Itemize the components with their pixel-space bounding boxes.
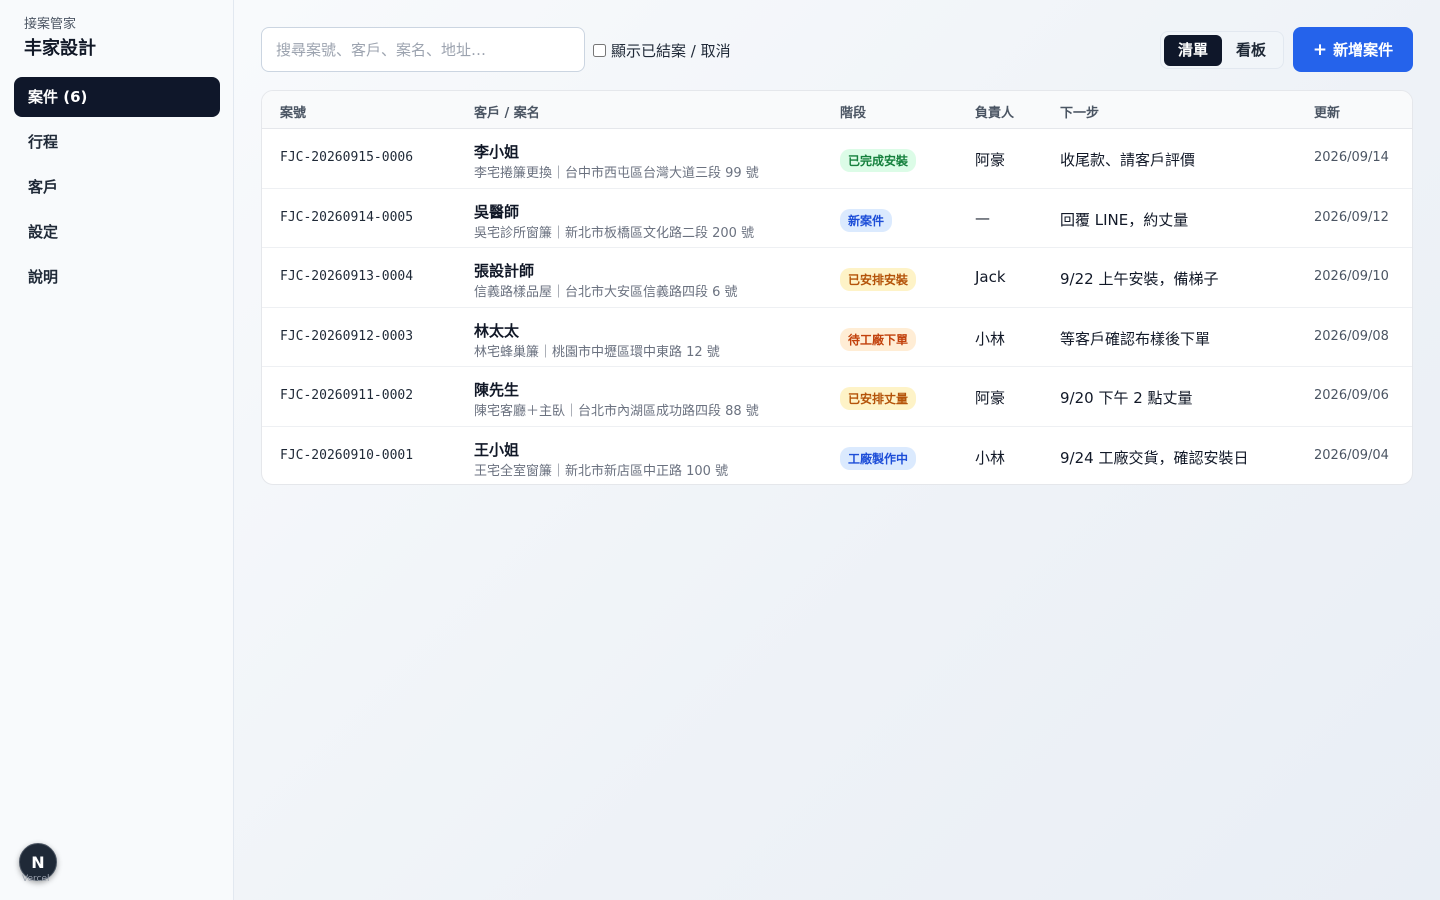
add-case-button[interactable]: + 新增案件 <box>1293 27 1413 72</box>
next-step: 回覆 LINE，約丈量 <box>1060 210 1189 229</box>
view-switch: 清單 看板 <box>1160 31 1284 69</box>
sidebar-item-clients[interactable]: 客戶 <box>14 167 220 207</box>
case-id: FJC-20260910-0001 <box>280 447 414 463</box>
sidebar-item-settings[interactable]: 設定 <box>14 212 220 252</box>
next-step: 9/20 下午 2 點丈量 <box>1060 389 1193 407</box>
next-step: 9/24 工廠交貨，確認安裝日 <box>1060 448 1249 467</box>
table-body: FJC-20260915-0006 李小姐李宅捲簾更換｜台中市西屯區台灣大道三段 … <box>262 129 1412 485</box>
updated-date: 2026/09/10 <box>1314 269 1389 284</box>
client-name: 吳醫師 <box>474 202 520 221</box>
owner-name: — <box>975 208 990 227</box>
app-subtitle: 接案管家 <box>24 17 77 32</box>
stage-badge: 已安排安裝 <box>840 268 917 291</box>
show-closed-checkbox[interactable] <box>593 43 606 57</box>
next-step: 9/22 上午安裝，備梯子 <box>1060 270 1219 288</box>
sidebar: 接案管家 丰家設計 案件 (6) 行程 客戶 設定 說明 N Vercel <box>0 0 234 900</box>
add-case-label: 新增案件 <box>1333 41 1394 59</box>
client-name: 王小姐 <box>474 440 520 459</box>
sidebar-item-schedule[interactable]: 行程 <box>14 122 220 162</box>
header-client[interactable]: 客戶 / 案名 <box>474 102 540 121</box>
client-name: 陳先生 <box>474 381 520 399</box>
client-name: 張設計師 <box>474 262 535 280</box>
company-name: 丰家設計 <box>24 38 96 59</box>
show-closed-toggle[interactable]: 顯示已結案 / 取消 <box>593 39 731 61</box>
updated-date: 2026/09/12 <box>1314 209 1389 225</box>
updated-date: 2026/09/14 <box>1314 150 1389 165</box>
table-row[interactable]: FJC-20260912-0003 林太太林宅蜂巢簾｜桃園市中壢區環中東路 12 … <box>262 308 1412 367</box>
project-name: 信義路樣品屋｜台北市大安區信義路四段 6 號 <box>474 285 738 300</box>
project-name: 陳宅客廳＋主臥｜台北市內湖區成功路四段 88 號 <box>474 404 759 419</box>
sidebar-item-help[interactable]: 說明 <box>14 257 220 297</box>
header-owner[interactable]: 負責人 <box>975 102 1014 121</box>
case-id: FJC-20260912-0003 <box>280 328 414 344</box>
stage-badge: 工廠製作中 <box>840 446 917 470</box>
framework-badge-label: Vercel <box>22 874 50 884</box>
show-closed-label: 顯示已結案 / 取消 <box>611 41 731 60</box>
next-step: 收尾款、請客戶評價 <box>1060 151 1196 169</box>
updated-date: 2026/09/08 <box>1314 328 1389 344</box>
header-next-step[interactable]: 下一步 <box>1060 102 1099 121</box>
next-step: 等客戶確認布樣後下單 <box>1060 329 1211 348</box>
project-name: 林宅蜂巢簾｜桃園市中壢區環中東路 12 號 <box>474 344 720 360</box>
client-name: 李小姐 <box>474 143 520 161</box>
owner-name: 阿豪 <box>975 151 1006 169</box>
cases-table: 案號 客戶 / 案名 階段 負責人 下一步 更新 FJC-20260915-00… <box>261 90 1413 485</box>
case-id: FJC-20260915-0006 <box>280 150 414 165</box>
table-row[interactable]: FJC-20260915-0006 李小姐李宅捲簾更換｜台中市西屯區台灣大道三段 … <box>262 129 1412 189</box>
search-input[interactable] <box>261 27 585 72</box>
table-row[interactable]: FJC-20260914-0005 吳醫師吳宅診所窗簾｜新北市板橋區文化路二段 2… <box>262 189 1412 248</box>
stage-badge: 待工廠下單 <box>840 327 917 351</box>
project-name: 吳宅診所窗簾｜新北市板橋區文化路二段 200 號 <box>474 225 755 241</box>
view-list-button[interactable]: 清單 <box>1164 34 1222 66</box>
main-content: 顯示已結案 / 取消 清單 看板 + 新增案件 案號 客戶 / 案名 階段 負責… <box>234 0 1440 900</box>
owner-name: 小林 <box>975 329 1006 348</box>
table-row[interactable]: FJC-20260910-0001 王小姐王宅全室窗簾｜新北市新店區中正路 100… <box>262 427 1412 485</box>
project-name: 李宅捲簾更換｜台中市西屯區台灣大道三段 99 號 <box>474 166 759 181</box>
sidebar-nav: 案件 (6) 行程客戶設定說明 <box>14 77 220 302</box>
owner-name: 小林 <box>975 448 1006 467</box>
header-case-id[interactable]: 案號 <box>280 102 306 121</box>
updated-date: 2026/09/04 <box>1314 447 1389 463</box>
view-board-button[interactable]: 看板 <box>1222 35 1280 66</box>
table-header: 案號 客戶 / 案名 階段 負責人 下一步 更新 <box>262 91 1412 129</box>
header-updated[interactable]: 更新 <box>1314 102 1340 121</box>
sidebar-item-cases[interactable]: 案件 (6) <box>14 77 220 117</box>
table-row[interactable]: FJC-20260913-0004 張設計師信義路樣品屋｜台北市大安區信義路四段 … <box>262 248 1412 308</box>
client-name: 林太太 <box>474 321 520 340</box>
owner-name: Jack <box>975 268 1006 286</box>
case-id: FJC-20260914-0005 <box>280 209 414 225</box>
stage-badge: 新案件 <box>840 208 893 232</box>
stage-badge: 已安排丈量 <box>840 387 917 410</box>
stage-badge: 已完成安裝 <box>840 149 917 172</box>
project-name: 王宅全室窗簾｜新北市新店區中正路 100 號 <box>474 463 729 479</box>
case-id: FJC-20260913-0004 <box>280 269 414 284</box>
case-id: FJC-20260911-0002 <box>280 388 414 403</box>
table-row[interactable]: FJC-20260911-0002 陳先生陳宅客廳＋主臥｜台北市內湖區成功路四段 … <box>262 367 1412 427</box>
updated-date: 2026/09/06 <box>1314 388 1389 403</box>
header-stage[interactable]: 階段 <box>840 102 866 121</box>
owner-name: 阿豪 <box>975 389 1006 407</box>
plus-icon: + <box>1312 39 1328 60</box>
